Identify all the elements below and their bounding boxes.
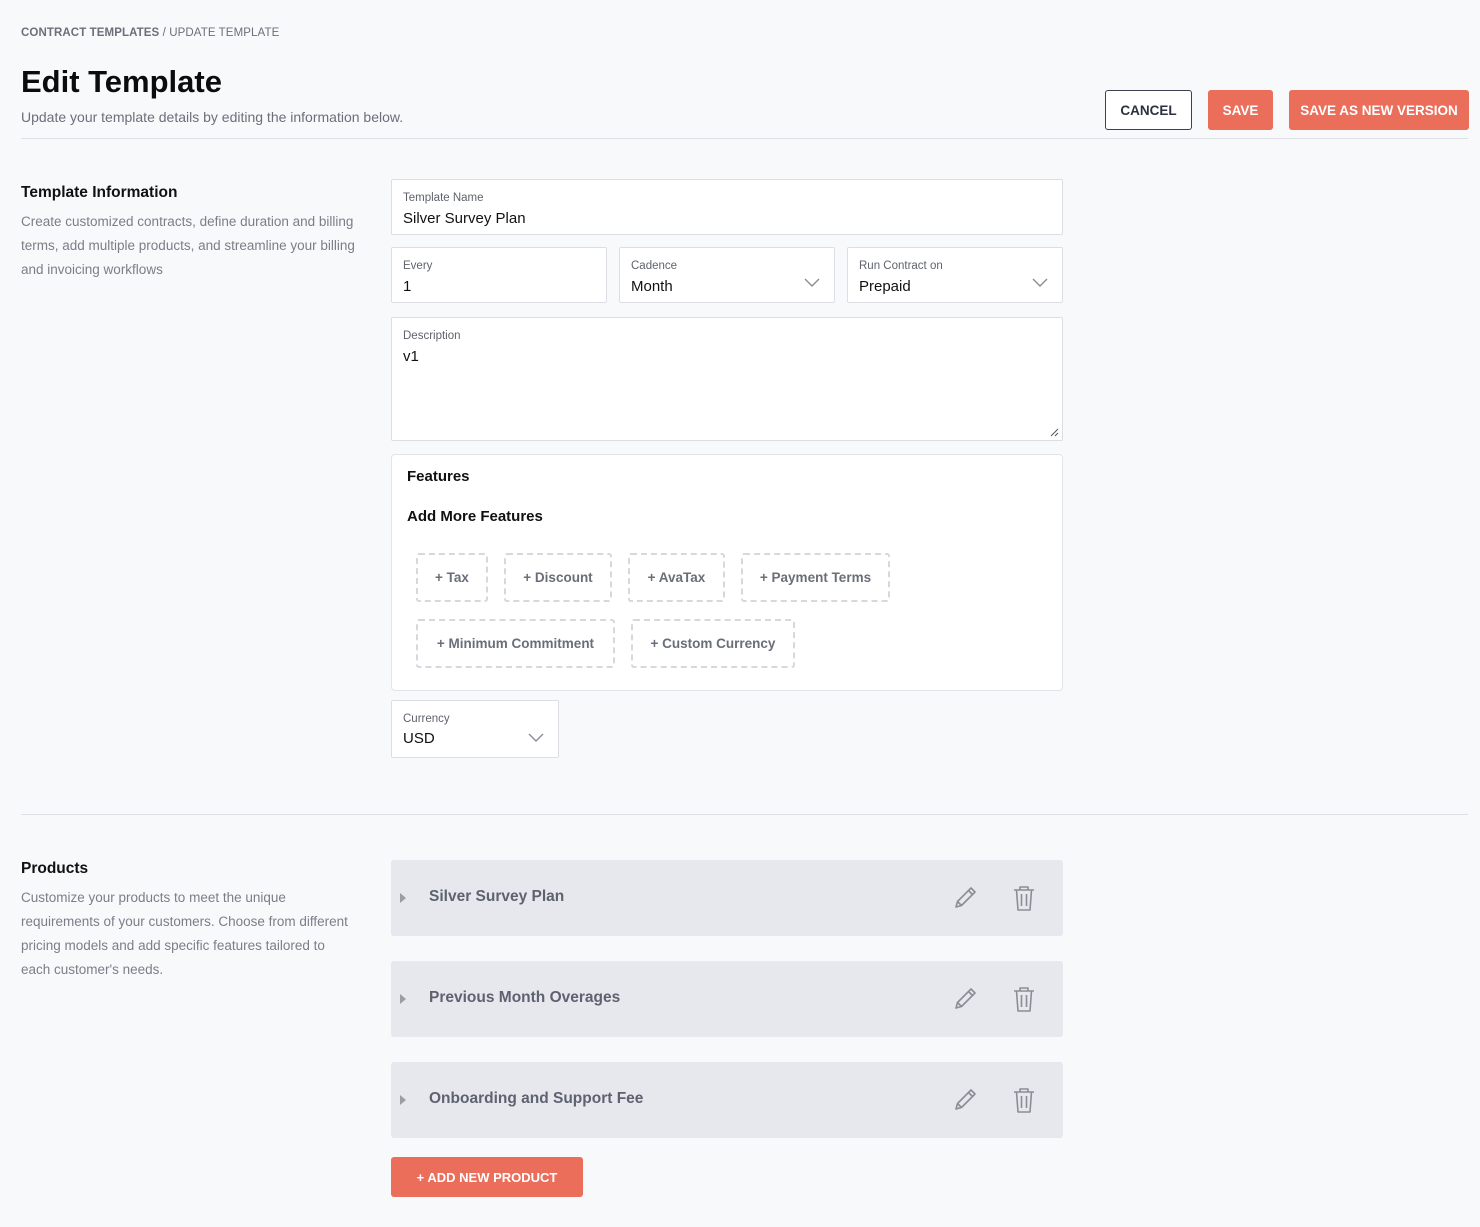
cadence-select[interactable]: Cadence Month [619, 247, 835, 303]
cadence-value: Month [631, 278, 673, 295]
save-button[interactable]: SAVE [1208, 90, 1273, 130]
product-row[interactable]: Previous Month Overages [391, 961, 1063, 1037]
add-more-features-title: Add More Features [407, 508, 543, 525]
currency-select[interactable]: Currency USD [391, 700, 559, 758]
cadence-label: Cadence [631, 260, 678, 272]
currency-value: USD [403, 730, 435, 747]
add-tax-button[interactable]: + Tax [416, 553, 488, 602]
add-custom-currency-button[interactable]: + Custom Currency [631, 619, 795, 668]
caret-right-icon[interactable] [399, 892, 407, 904]
chevron-down-icon [528, 733, 544, 742]
run-contract-on-value: Prepaid [859, 278, 911, 295]
every-label: Every [403, 260, 433, 272]
template-name-field[interactable]: Template Name Silver Survey Plan [391, 179, 1063, 235]
features-title: Features [407, 468, 470, 485]
resize-handle-icon[interactable] [1050, 428, 1059, 437]
chevron-down-icon [1032, 278, 1048, 287]
pencil-icon[interactable] [951, 884, 979, 912]
header-divider [21, 138, 1468, 139]
product-name: Previous Month Overages [429, 989, 621, 1006]
add-minimum-commitment-button[interactable]: + Minimum Commitment [416, 619, 615, 668]
page-subtitle: Update your template details by editing … [21, 109, 404, 125]
caret-right-icon[interactable] [399, 993, 407, 1005]
breadcrumb: CONTRACT TEMPLATES / UPDATE TEMPLATE [21, 27, 279, 39]
run-contract-on-select[interactable]: Run Contract on Prepaid [847, 247, 1063, 303]
pencil-icon[interactable] [951, 985, 979, 1013]
product-name: Onboarding and Support Fee [429, 1090, 644, 1107]
section-divider [21, 814, 1468, 815]
add-avatax-button[interactable]: + AvaTax [628, 553, 725, 602]
chevron-down-icon [804, 278, 820, 287]
currency-label: Currency [403, 713, 450, 725]
every-field[interactable]: Every 1 [391, 247, 607, 303]
description-label: Description [403, 330, 461, 342]
run-contract-on-label: Run Contract on [859, 260, 943, 272]
description-value[interactable]: v1 [403, 348, 419, 365]
template-name-value[interactable]: Silver Survey Plan [403, 210, 526, 227]
features-panel: Features Add More Features + Tax + Disco… [391, 454, 1063, 691]
template-information-title: Template Information [21, 184, 178, 201]
save-as-new-version-button[interactable]: SAVE AS NEW VERSION [1289, 90, 1469, 130]
breadcrumb-current: UPDATE TEMPLATE [169, 27, 280, 39]
description-textarea[interactable]: Description v1 [391, 317, 1063, 441]
template-information-description: Create customized contracts, define dura… [21, 214, 355, 277]
breadcrumb-separator: / [159, 27, 170, 39]
cancel-button[interactable]: CANCEL [1105, 90, 1192, 130]
add-payment-terms-button[interactable]: + Payment Terms [741, 553, 890, 602]
every-value[interactable]: 1 [403, 278, 411, 295]
products-title: Products [21, 860, 89, 877]
pencil-icon[interactable] [951, 1086, 979, 1114]
trash-icon[interactable] [1012, 1086, 1036, 1114]
trash-icon[interactable] [1012, 884, 1036, 912]
page-title: Edit Template [21, 64, 222, 99]
add-new-product-button[interactable]: + ADD NEW PRODUCT [391, 1157, 583, 1197]
product-name: Silver Survey Plan [429, 888, 565, 905]
breadcrumb-contract-templates-link[interactable]: CONTRACT TEMPLATES [21, 27, 159, 39]
caret-right-icon[interactable] [399, 1094, 407, 1106]
product-row[interactable]: Onboarding and Support Fee [391, 1062, 1063, 1138]
trash-icon[interactable] [1012, 985, 1036, 1013]
product-row[interactable]: Silver Survey Plan [391, 860, 1063, 936]
products-description: Customize your products to meet the uniq… [21, 890, 348, 977]
add-discount-button[interactable]: + Discount [504, 553, 612, 602]
template-name-label: Template Name [403, 192, 484, 204]
